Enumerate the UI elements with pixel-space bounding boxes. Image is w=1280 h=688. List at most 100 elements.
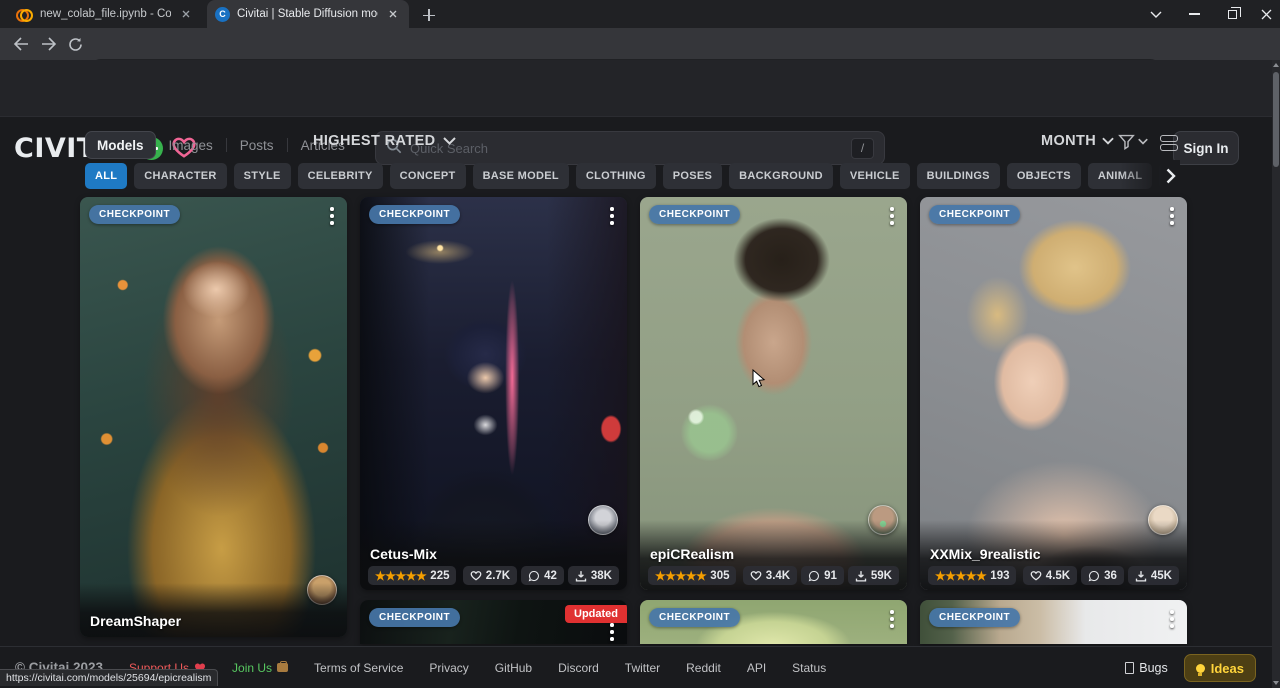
rating-pill[interactable]: ★★★★★ 193	[928, 566, 1016, 585]
category-chip[interactable]: OBJECTS	[1007, 163, 1081, 189]
tab-images[interactable]: Images	[156, 131, 226, 159]
category-chip[interactable]: CLOTHING	[576, 163, 656, 189]
category-chip[interactable]: STYLE	[234, 163, 291, 189]
footer-link-terms[interactable]: Terms of Service	[314, 661, 403, 675]
model-card[interactable]: CHECKPOINT Cetus-Mix ★★★★★ 225 2.7K 42	[360, 197, 627, 590]
likes-pill[interactable]: 4.5K	[1023, 566, 1077, 585]
sort-label: HIGHEST RATED	[313, 133, 436, 149]
checkpoint-badge: CHECKPOINT	[929, 205, 1020, 224]
bugs-button[interactable]: Bugs	[1125, 661, 1168, 675]
category-chip[interactable]: VEHICLE	[840, 163, 910, 189]
model-card[interactable]: CHECKPOINT	[920, 600, 1187, 644]
new-tab-button[interactable]	[418, 4, 440, 26]
model-card[interactable]: CHECKPOINT Updated	[360, 600, 627, 644]
footer-link-join-us[interactable]: Join Us	[232, 661, 288, 675]
comments-pill[interactable]: 42	[521, 566, 564, 585]
tab-title: new_colab_file.ipynb - Colaborat	[40, 8, 171, 20]
footer-link-api[interactable]: API	[747, 661, 766, 675]
heart-icon	[1030, 570, 1042, 581]
tab-close-icon[interactable]	[178, 6, 194, 22]
briefcase-icon	[277, 663, 288, 672]
tab-models[interactable]: Models	[85, 131, 156, 159]
category-chip[interactable]: CONCEPT	[390, 163, 466, 189]
category-chip[interactable]: BASE MODEL	[473, 163, 569, 189]
footer-link-github[interactable]: GitHub	[495, 661, 532, 675]
tab-colab[interactable]: new_colab_file.ipynb - Colaborat	[8, 0, 202, 28]
model-card[interactable]: CHECKPOINT	[640, 600, 907, 644]
scroll-down-arrow[interactable]	[1272, 678, 1280, 688]
ideas-label: Ideas	[1211, 661, 1244, 676]
category-chip[interactable]: CHARACTER	[134, 163, 226, 189]
close-button[interactable]	[1248, 0, 1280, 28]
card-stats: ★★★★★ 225 2.7K 42 38K	[368, 566, 619, 585]
comments-pill[interactable]: 91	[801, 566, 844, 585]
rating-pill[interactable]: ★★★★★ 305	[648, 566, 736, 585]
card-menu-icon[interactable]	[883, 607, 901, 633]
rating-pill[interactable]: ★★★★★ 225	[368, 566, 456, 585]
category-chip-all[interactable]: ALL	[85, 163, 127, 189]
back-button[interactable]	[8, 32, 34, 56]
model-card[interactable]: CHECKPOINT epiCRealism ★★★★★ 305 3.4K 91	[640, 197, 907, 590]
category-chip[interactable]: CELEBRITY	[298, 163, 383, 189]
downloads-count: 45K	[1151, 570, 1172, 582]
footer-link-discord[interactable]: Discord	[558, 661, 599, 675]
sort-dropdown[interactable]: HIGHEST RATED	[313, 133, 456, 149]
category-chip[interactable]: BUILDINGS	[917, 163, 1000, 189]
download-icon	[575, 570, 587, 582]
scroll-up-arrow[interactable]	[1272, 60, 1280, 70]
card-menu-icon[interactable]	[1163, 607, 1181, 633]
card-menu-icon[interactable]	[323, 204, 341, 230]
tab-posts[interactable]: Posts	[227, 131, 287, 159]
downloads-pill[interactable]: 38K	[568, 566, 619, 585]
tab-civitai[interactable]: C Civitai | Stable Diffusion models,	[207, 0, 409, 28]
sign-in-button[interactable]: Sign In	[1173, 131, 1239, 165]
model-title: DreamShaper	[90, 613, 181, 629]
footer-link-reddit[interactable]: Reddit	[686, 661, 721, 675]
footer-link-twitter[interactable]: Twitter	[625, 661, 660, 675]
likes-count: 3.4K	[766, 570, 790, 582]
site-header: CIVITAI / Sign In	[0, 60, 1272, 117]
category-chip[interactable]: BACKGROUND	[729, 163, 833, 189]
comments-pill[interactable]: 36	[1081, 566, 1124, 585]
colab-icon	[16, 9, 33, 19]
card-menu-icon[interactable]	[883, 204, 901, 230]
ideas-button[interactable]: Ideas	[1184, 654, 1256, 682]
chevron-right-icon[interactable]	[1160, 165, 1182, 187]
minimize-button[interactable]	[1176, 0, 1212, 28]
likes-pill[interactable]: 2.7K	[463, 566, 517, 585]
model-preview-image	[80, 197, 347, 637]
tab-search-chevron-icon[interactable]	[1138, 0, 1174, 28]
forward-button[interactable]	[36, 32, 62, 56]
tab-title: Civitai | Stable Diffusion models,	[237, 8, 378, 20]
model-card[interactable]: CHECKPOINT XXMix_9realistic ★★★★★ 193 4.…	[920, 197, 1187, 590]
card-menu-icon[interactable]	[603, 204, 621, 230]
reload-button[interactable]	[62, 32, 88, 56]
comments-count: 91	[824, 570, 837, 582]
footer-link-status[interactable]: Status	[792, 661, 826, 675]
download-icon	[855, 570, 867, 582]
comment-icon	[808, 570, 820, 582]
scrollbar-thumb[interactable]	[1273, 72, 1279, 167]
star-rating: ★★★★★	[655, 570, 706, 582]
downloads-pill[interactable]: 45K	[1128, 566, 1179, 585]
rating-count: 305	[710, 570, 729, 582]
layout-toggle-icon[interactable]	[1160, 134, 1178, 152]
page-scrollbar[interactable]	[1272, 60, 1280, 688]
likes-pill[interactable]: 3.4K	[743, 566, 797, 585]
model-card[interactable]: CHECKPOINT DreamShaper	[80, 197, 347, 637]
model-title: Cetus-Mix	[370, 546, 437, 562]
maximize-button[interactable]	[1214, 0, 1250, 28]
card-stats: ★★★★★ 305 3.4K 91 59K	[648, 566, 899, 585]
period-dropdown[interactable]: MONTH	[1041, 133, 1114, 149]
card-menu-icon[interactable]	[603, 620, 621, 644]
filter-dropdown[interactable]	[1118, 133, 1148, 150]
likes-count: 2.7K	[486, 570, 510, 582]
browser-tab-bar: new_colab_file.ipynb - Colaborat C Civit…	[0, 0, 1280, 28]
search-input[interactable]	[410, 141, 851, 156]
tab-close-icon[interactable]	[385, 6, 401, 22]
category-chip[interactable]: POSES	[663, 163, 722, 189]
footer-link-privacy[interactable]: Privacy	[429, 661, 468, 675]
downloads-pill[interactable]: 59K	[848, 566, 899, 585]
filter-funnel-icon	[1118, 133, 1135, 150]
card-menu-icon[interactable]	[1163, 204, 1181, 230]
